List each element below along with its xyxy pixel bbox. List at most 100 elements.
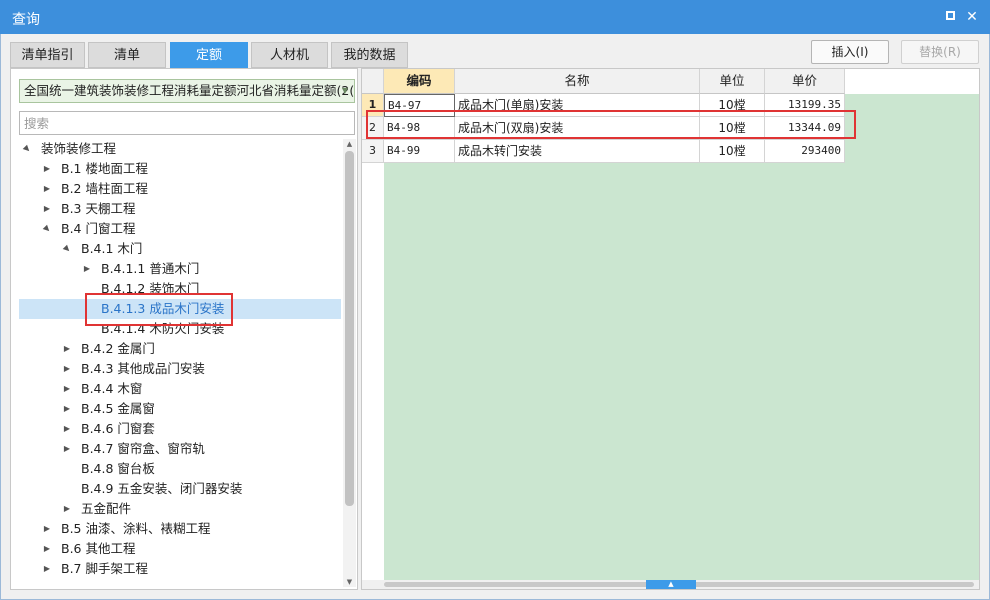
- tab-quota[interactable]: 定额: [170, 42, 248, 68]
- cell-price[interactable]: 13199.35: [765, 94, 845, 117]
- tree-item[interactable]: ▲ B.4.1 木门: [19, 239, 341, 259]
- tab-my-data[interactable]: 我的数据: [331, 42, 408, 68]
- cell-unit[interactable]: 10樘: [700, 140, 765, 163]
- grid-horizontal-scrollbar[interactable]: ▲: [362, 580, 979, 589]
- cell-code[interactable]: B4-99: [384, 140, 455, 163]
- row-number[interactable]: 3: [362, 140, 384, 163]
- cell-name[interactable]: 成品木门(双扇)安装: [455, 117, 700, 140]
- column-header-price[interactable]: 单价: [765, 69, 845, 94]
- tree-item[interactable]: B.4.9 五金安装、闭门器安装: [19, 479, 341, 499]
- cell-price[interactable]: 13344.09: [765, 117, 845, 140]
- tree-item-label: B.4.1.3 成品木门安装: [101, 301, 225, 316]
- expand-icon[interactable]: ▶: [61, 419, 73, 439]
- expand-icon[interactable]: ▶: [61, 339, 73, 359]
- expand-icon[interactable]: ▶: [61, 439, 73, 459]
- scroll-thumb[interactable]: [345, 151, 354, 506]
- tab-bill[interactable]: 清单: [88, 42, 166, 68]
- collapse-icon[interactable]: ▲: [36, 218, 59, 241]
- expand-icon[interactable]: ▶: [41, 519, 53, 539]
- tree-item[interactable]: ▶ B.1 楼地面工程: [19, 159, 341, 179]
- row-number[interactable]: 1: [362, 94, 384, 117]
- expand-icon[interactable]: ▶: [41, 159, 53, 179]
- quota-library-select[interactable]: 全国统一建筑装饰装修工程消耗量定额河北省消耗量定额(2( ▼: [19, 79, 355, 103]
- collapse-icon[interactable]: ▲: [19, 139, 38, 160]
- search-input[interactable]: [19, 111, 355, 135]
- cell-unit[interactable]: 10樘: [700, 94, 765, 117]
- tree-item-label: B.4.9 五金安装、闭门器安装: [81, 481, 243, 496]
- tree-item-label: B.1 楼地面工程: [61, 161, 148, 176]
- cell-code[interactable]: B4-97: [384, 94, 455, 117]
- tree-item[interactable]: ▲ 装饰装修工程: [19, 139, 341, 159]
- category-tree: ▲ 装饰装修工程 ▶ B.1 楼地面工程 ▶ B.2 墙柱面工程 ▶ B.3 天棚工程 ▲ B.4…: [19, 139, 341, 587]
- cell-price[interactable]: 293400: [765, 140, 845, 163]
- left-panel: 全国统一建筑装饰装修工程消耗量定额河北省消耗量定额(2( ▼ ▲装饰装修工程▶B…: [10, 68, 358, 590]
- cell-name[interactable]: 成品木门(单扇)安装: [455, 94, 700, 117]
- expand-icon[interactable]: ▶: [41, 539, 53, 559]
- tree-item[interactable]: ▶ B.7 脚手架工程: [19, 559, 341, 579]
- maximize-icon[interactable]: [942, 9, 958, 25]
- tree-item-label: B.6 其他工程: [61, 541, 136, 556]
- scroll-up-icon[interactable]: ▲: [343, 139, 356, 149]
- cell-name[interactable]: 成品木转门安装: [455, 140, 700, 163]
- expand-icon[interactable]: ▶: [61, 359, 73, 379]
- tree-item-label: B.4.8 窗台板: [81, 461, 155, 476]
- tab-bill-guide[interactable]: 清单指引: [10, 42, 85, 68]
- expand-icon[interactable]: ▶: [61, 499, 73, 519]
- scroll-down-icon[interactable]: ▼: [343, 577, 356, 587]
- close-icon[interactable]: ✕: [964, 9, 980, 25]
- column-header-code[interactable]: 编码: [384, 69, 455, 94]
- quota-library-value: 全国统一建筑装饰装修工程消耗量定额河北省消耗量定额(2(: [24, 83, 355, 98]
- tree-item[interactable]: ▶ B.2 墙柱面工程: [19, 179, 341, 199]
- tree-item[interactable]: ▶ B.4.3 其他成品门安装: [19, 359, 341, 379]
- tree-item-label: B.2 墙柱面工程: [61, 181, 148, 196]
- tree-scrollbar[interactable]: ▲ ▼: [343, 139, 356, 587]
- tree-item-label: B.5 油漆、涂料、裱糊工程: [61, 521, 211, 536]
- tree-item[interactable]: ▶ B.6 其他工程: [19, 539, 341, 559]
- expand-icon[interactable]: ▶: [61, 379, 73, 399]
- column-header-name[interactable]: 名称: [455, 69, 700, 94]
- expand-icon[interactable]: ▶: [41, 559, 53, 579]
- tree-item-label: B.4.3 其他成品门安装: [81, 361, 205, 376]
- tree-item-label: 装饰装修工程: [41, 141, 117, 156]
- tree-item-label: B.7 脚手架工程: [61, 561, 148, 576]
- tree-item[interactable]: B.4.1.4 木防火门安装: [19, 319, 341, 339]
- row-number[interactable]: 2: [362, 117, 384, 140]
- expand-icon[interactable]: ▶: [81, 259, 93, 279]
- chevron-down-icon: ▼: [341, 86, 349, 95]
- tree-item[interactable]: ▲ B.4 门窗工程: [19, 219, 341, 239]
- tree-item-label: B.4.6 门窗套: [81, 421, 155, 436]
- replace-button[interactable]: 替换(R): [901, 40, 979, 64]
- column-header-unit[interactable]: 单位: [700, 69, 765, 94]
- tree-item[interactable]: ▶ B.4.4 木窗: [19, 379, 341, 399]
- tree-item[interactable]: ▶ B.4.7 窗帘盒、窗帘轨: [19, 439, 341, 459]
- tab-labor-material[interactable]: 人材机: [251, 42, 328, 68]
- tree-item[interactable]: B.4.1.2 装饰木门: [19, 279, 341, 299]
- tree-item[interactable]: ▶ B.4.6 门窗套: [19, 419, 341, 439]
- tree-item-label: B.4.7 窗帘盒、窗帘轨: [81, 441, 205, 456]
- tree-item-label: B.3 天棚工程: [61, 201, 136, 216]
- tree-item-label: B.4.2 金属门: [81, 341, 155, 356]
- expand-icon[interactable]: ▶: [41, 199, 53, 219]
- tree-item[interactable]: ▶ B.4.2 金属门: [19, 339, 341, 359]
- cell-unit[interactable]: 10樘: [700, 117, 765, 140]
- expand-icon[interactable]: ▶: [41, 179, 53, 199]
- tree-item[interactable]: ▶ B.4.5 金属窗: [19, 399, 341, 419]
- tree-item-label: 五金配件: [81, 501, 132, 516]
- tree-item-label: B.4.1.2 装饰木门: [101, 281, 200, 296]
- tree-item[interactable]: ▶ B.4.1.1 普通木门: [19, 259, 341, 279]
- expand-icon[interactable]: ▶: [61, 399, 73, 419]
- tree-item-label: B.4.4 木窗: [81, 381, 143, 396]
- tree-item-label: B.4.1.4 木防火门安装: [101, 321, 225, 336]
- grid-corner: [362, 69, 384, 94]
- tree-item[interactable]: B.4.8 窗台板: [19, 459, 341, 479]
- tree-item-label: B.4.1.1 普通木门: [101, 261, 200, 276]
- tree-item[interactable]: ▶ 五金配件: [19, 499, 341, 519]
- tree-item[interactable]: ▶ B.3 天棚工程: [19, 199, 341, 219]
- tree-item[interactable]: ▶ B.5 油漆、涂料、裱糊工程: [19, 519, 341, 539]
- grid-empty-area: [384, 94, 979, 580]
- cell-code[interactable]: B4-98: [384, 117, 455, 140]
- scroll-grip-icon[interactable]: ▲: [646, 580, 696, 589]
- tree-item[interactable]: B.4.1.3 成品木门安装: [19, 299, 341, 319]
- insert-button[interactable]: 插入(I): [811, 40, 889, 64]
- collapse-icon[interactable]: ▲: [56, 238, 79, 261]
